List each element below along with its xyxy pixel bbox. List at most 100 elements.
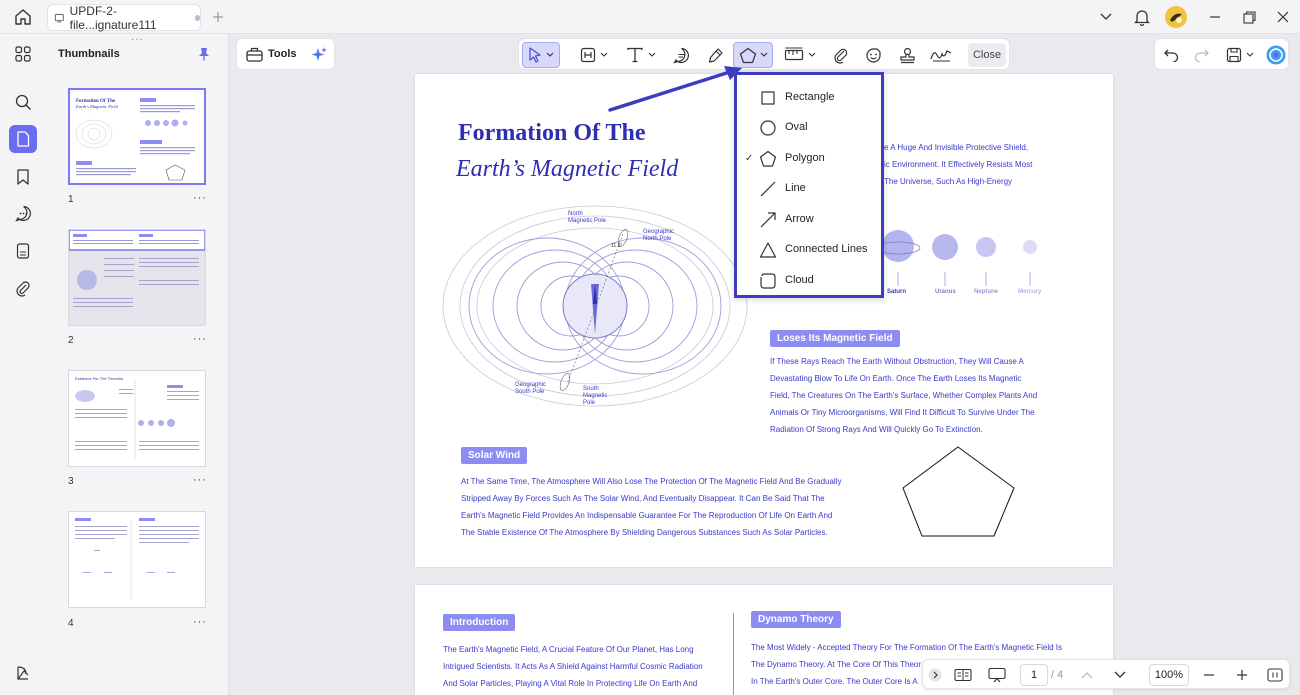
menu-item-cloud[interactable]: Cloud (737, 265, 881, 295)
left-rail (0, 34, 46, 695)
document-tab-icon (54, 13, 64, 22)
comment-icon[interactable] (9, 199, 37, 227)
svg-text:Earth's Magnetic Field: Earth's Magnetic Field (75, 104, 118, 109)
page-thumbnail-2[interactable] (68, 229, 206, 326)
planet-label-mercury: Mercury (1018, 289, 1042, 295)
svg-text:North Pole: North Pole (643, 236, 672, 242)
bookmark-icon[interactable] (9, 163, 37, 191)
column-divider (733, 613, 734, 695)
collapse-arrow-icon[interactable] (927, 664, 943, 686)
arrow-icon (760, 212, 776, 228)
close-window-icon[interactable] (1275, 9, 1291, 25)
panel-title: Thumbnails (58, 48, 120, 60)
next-page-icon[interactable] (1112, 664, 1128, 686)
avatar[interactable] (1165, 6, 1187, 28)
cloud-icon (760, 273, 776, 289)
grid-icon[interactable] (9, 40, 37, 68)
page-more-button-3[interactable]: ··· (193, 474, 207, 486)
menu-item-rectangle[interactable]: Rectangle (737, 82, 881, 112)
unsaved-dot (194, 14, 200, 21)
connected-lines-icon (759, 242, 777, 258)
page-more-button-1[interactable]: ··· (193, 192, 207, 204)
thumbnail-panel: ··· Thumbnails Formation Of The Earth's … (46, 34, 229, 695)
zoom-out-icon[interactable] (1201, 664, 1217, 686)
menu-item-connected-lines[interactable]: Connected Lines (737, 234, 881, 264)
page-number-4: 4 (68, 618, 74, 629)
plus-icon[interactable] (210, 9, 226, 25)
tools-label[interactable]: Tools (268, 48, 297, 60)
undo-icon[interactable] (1161, 45, 1181, 65)
page-thumbnail-4[interactable] (68, 511, 206, 608)
menu-item-line[interactable]: Line (737, 173, 881, 203)
layers-icon[interactable] (9, 659, 37, 687)
polygon-annotation[interactable] (901, 444, 1017, 540)
ai-sparkle-icon[interactable] (309, 45, 329, 65)
presentation-icon[interactable] (985, 664, 1009, 686)
section-heading-introduction: Introduction (443, 614, 516, 631)
tools-box: Tools (236, 38, 335, 70)
bottom-navigation-bar: 1 / 4 100% (922, 659, 1290, 689)
south-magnetic-label: South (583, 386, 599, 392)
save-button[interactable] (1223, 45, 1257, 65)
doc-title-line2: Earth’s Magnetic Field (456, 156, 679, 182)
redo-icon[interactable] (1191, 45, 1211, 65)
minimize-icon[interactable] (1207, 9, 1223, 25)
chevron-down-icon[interactable] (1098, 9, 1114, 25)
geo-south-label: Geographic (515, 382, 546, 388)
page-number-input[interactable]: 1 (1020, 664, 1048, 686)
section-body-loses: If These Rays Reach The Earth Without Ob… (770, 357, 1038, 434)
page-number-1: 1 (68, 194, 74, 205)
section-heading-dynamo: Dynamo Theory (751, 611, 841, 628)
tab-title: UPDF-2-file...ignature111 (69, 3, 157, 32)
page-thumbnail-1[interactable]: Formation Of The Earth's Magnetic Field (68, 88, 206, 185)
polygon-icon (759, 150, 777, 167)
reading-mode-icon[interactable] (951, 664, 975, 686)
select-tool[interactable] (522, 42, 560, 68)
ai-assistant-icon[interactable] (1265, 44, 1287, 66)
textbox-icon (580, 47, 596, 63)
form-icon[interactable] (9, 237, 37, 265)
search-icon[interactable] (9, 88, 37, 116)
callout-arrow (608, 66, 742, 112)
doc-title-line1: Formation Of The (458, 120, 646, 146)
document-tab[interactable]: UPDF-2-file...ignature111 (47, 3, 201, 32)
planet-label-saturn: Saturn (887, 289, 907, 295)
home-icon[interactable] (12, 7, 34, 27)
svg-text:South Pole: South Pole (515, 389, 545, 395)
toolbox-icon[interactable] (245, 45, 263, 63)
measure-tool[interactable] (781, 42, 819, 68)
zoom-level[interactable]: 100% (1149, 664, 1189, 686)
page-thumbnail-3[interactable]: Evidence For The Theories (68, 370, 206, 467)
zoom-in-icon[interactable] (1234, 664, 1250, 686)
menu-item-arrow[interactable]: Arrow (737, 204, 881, 234)
page-more-button-4[interactable]: ··· (193, 616, 207, 628)
pin-icon[interactable] (196, 46, 212, 62)
chevron-down-icon (546, 52, 554, 57)
page-total: / 4 (1050, 669, 1064, 681)
cursor-icon (529, 47, 541, 63)
menu-item-polygon[interactable]: ✓ Polygon (737, 143, 881, 173)
page-more-button-2[interactable]: ··· (193, 333, 207, 345)
sticker-icon (865, 47, 881, 63)
panel-drag-handle[interactable]: ··· (131, 34, 144, 45)
restore-icon[interactable] (1241, 9, 1257, 25)
chevron-down-icon (760, 52, 767, 57)
signature-icon (930, 50, 952, 62)
attachment-icon[interactable] (9, 274, 37, 302)
right-toolbar (1154, 38, 1289, 70)
bell-icon[interactable] (1132, 7, 1152, 27)
prev-page-icon[interactable] (1079, 664, 1095, 686)
stamp-tool[interactable] (895, 42, 919, 68)
signature-tool[interactable] (927, 42, 955, 68)
chevron-down-icon (600, 52, 608, 57)
stamp-icon (899, 47, 915, 63)
menu-item-oval[interactable]: Oval (737, 112, 881, 142)
close-toolbar-button[interactable]: Close (968, 43, 1006, 67)
sticker-tool[interactable] (861, 42, 885, 68)
fit-page-icon[interactable] (1266, 664, 1284, 686)
thumbnails-icon[interactable] (9, 125, 37, 153)
title-bar: UPDF-2-file...ignature111 (0, 0, 1300, 34)
section-heading-loses: Loses Its Magnetic Field (770, 330, 900, 347)
attach-tool[interactable] (829, 42, 853, 68)
svg-text:Magnetic: Magnetic (583, 393, 607, 399)
